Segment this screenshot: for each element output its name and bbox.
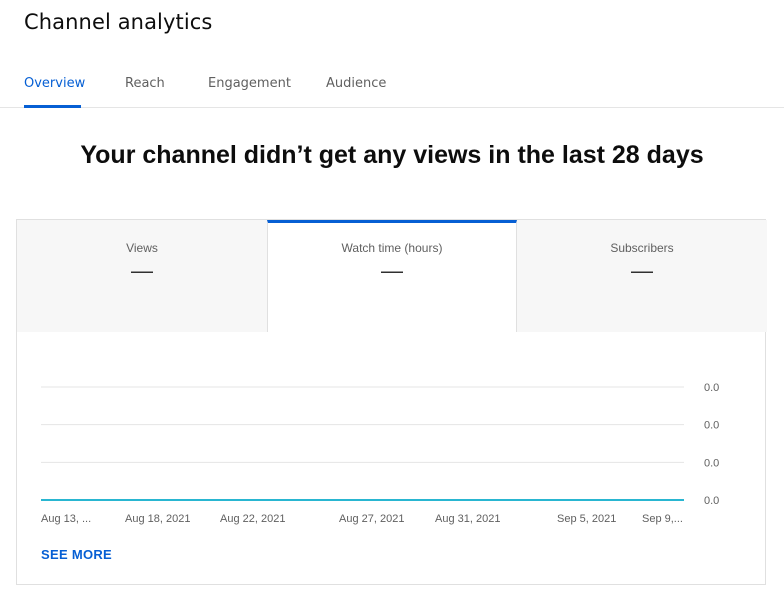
tab-reach[interactable]: Reach xyxy=(125,76,165,91)
see-more-button[interactable]: SEE MORE xyxy=(41,547,112,562)
analytics-tabs: Overview Reach Engagement Audience xyxy=(0,62,784,108)
metric-value: — xyxy=(381,258,403,283)
tab-overview[interactable]: Overview xyxy=(24,76,85,91)
metric-tab-watch-time[interactable]: Watch time (hours) — xyxy=(267,220,517,332)
metric-label: Subscribers xyxy=(610,241,674,255)
headline: Your channel didn’t get any views in the… xyxy=(80,141,704,169)
metric-tab-views[interactable]: Views — xyxy=(17,220,267,332)
metric-label: Watch time (hours) xyxy=(341,241,443,255)
page-title: Channel analytics xyxy=(24,10,213,34)
metric-value: — xyxy=(631,258,653,283)
active-tab-indicator xyxy=(24,105,81,108)
tab-audience[interactable]: Audience xyxy=(326,76,386,91)
metric-value: — xyxy=(131,258,153,283)
metric-tab-subscribers[interactable]: Subscribers — xyxy=(517,220,767,332)
tab-engagement[interactable]: Engagement xyxy=(208,76,291,91)
metric-label: Views xyxy=(126,241,158,255)
metrics-card: Views — Watch time (hours) — Subscribers… xyxy=(16,219,767,585)
